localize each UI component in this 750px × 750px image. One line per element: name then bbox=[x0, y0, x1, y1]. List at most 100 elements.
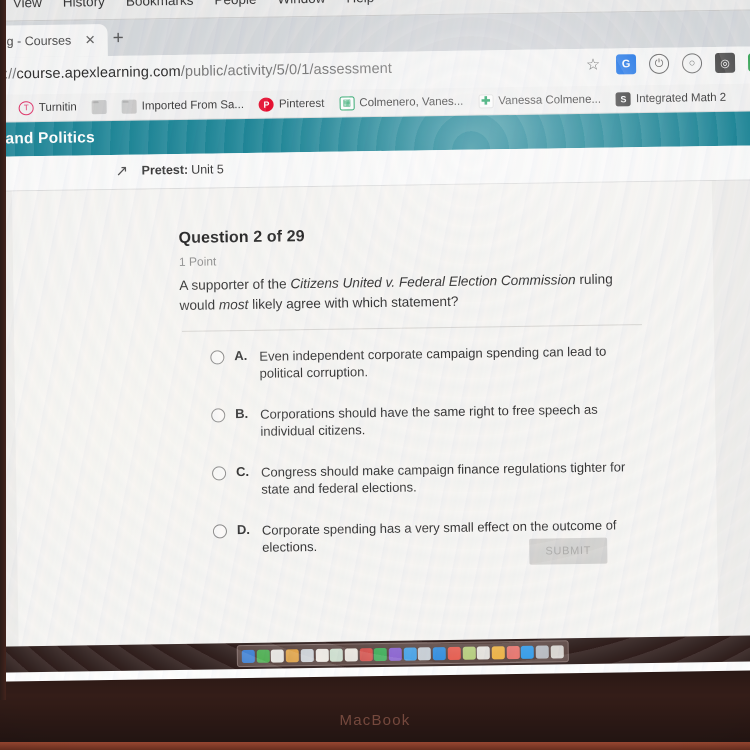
prompt-case-name: Citizens United v. Federal Election Comm… bbox=[290, 272, 576, 292]
bookmark-imported-from-safari[interactable]: Imported From Sa... bbox=[121, 97, 245, 114]
option-letter: D. bbox=[236, 521, 251, 538]
macbook-branding: MacBook bbox=[339, 712, 411, 729]
address-bar[interactable]: https://course.apexlearning.com/public/a… bbox=[0, 61, 392, 83]
option-text: Even independent corporate campaign spen… bbox=[259, 343, 607, 381]
dock-icon-siri[interactable] bbox=[388, 647, 402, 661]
prompt-emphasis: most bbox=[218, 296, 249, 313]
answer-option-b[interactable]: B. Corporations should have the same rig… bbox=[211, 400, 651, 441]
submit-button[interactable]: SUBMIT bbox=[529, 537, 608, 565]
prompt-text-1: A supporter of the bbox=[179, 276, 291, 293]
laptop-screen: it View History Bookmarks People Window … bbox=[0, 0, 750, 682]
folder-icon bbox=[121, 99, 137, 114]
bookmark-folder-1[interactable] bbox=[91, 99, 107, 114]
menubar-items: it View History Bookmarks People Window … bbox=[0, 0, 375, 11]
schoology-icon: S bbox=[615, 91, 632, 106]
menubar-status-icons: ☐ ☎ ◡ 100% Thu 9:4 bbox=[558, 0, 750, 2]
power-icon[interactable]: ⏻ bbox=[648, 53, 670, 74]
dock-icon-contacts[interactable] bbox=[418, 646, 432, 660]
bookmark-label: Colmenero, Vanes... bbox=[359, 95, 464, 109]
answer-option-a[interactable]: A. Even independent corporate campaign s… bbox=[210, 342, 650, 383]
dock-icon-finder[interactable] bbox=[241, 649, 255, 663]
bookmark-label: Integrated Math 2 bbox=[635, 91, 727, 105]
option-letter: C. bbox=[235, 463, 250, 480]
wifi-icon[interactable]: ◡ bbox=[612, 0, 624, 2]
question-heading: Question 2 of 29 bbox=[178, 228, 305, 247]
shield-icon[interactable]: ◎ bbox=[714, 52, 736, 73]
bookmark-vanessa-drive[interactable]: ✚ Vanessa Colmene... bbox=[478, 92, 602, 109]
dock-icon-trash[interactable] bbox=[550, 644, 564, 658]
prompt-text-3: likely agree with which statement? bbox=[248, 293, 459, 312]
question-points: 1 Point bbox=[178, 254, 217, 269]
url-path: /public/activity/5/0/1/assessment bbox=[180, 60, 393, 80]
dock-icon-notes[interactable] bbox=[271, 648, 285, 663]
dock-icon-appstore[interactable] bbox=[432, 646, 447, 660]
dock-icon-numbers[interactable] bbox=[329, 648, 344, 662]
option-letter: A. bbox=[234, 347, 248, 364]
menu-item-people[interactable]: People bbox=[214, 0, 256, 7]
plus-icon[interactable]: + bbox=[112, 28, 123, 49]
dock-icon-books[interactable] bbox=[285, 648, 300, 662]
menu-item-help[interactable]: Help bbox=[346, 0, 374, 5]
dock-icon-keynote[interactable] bbox=[344, 647, 358, 662]
dock-icon-pages[interactable] bbox=[315, 648, 329, 662]
folder-icon bbox=[91, 99, 107, 114]
bookmark-star-icon[interactable]: ☆ bbox=[583, 55, 603, 75]
bezel-highlight bbox=[0, 742, 750, 750]
bookmark-pinterest[interactable]: P Pinterest bbox=[258, 96, 325, 112]
question-prompt: A supporter of the Citizens United v. Fe… bbox=[179, 269, 642, 316]
radio-button-b[interactable] bbox=[211, 408, 226, 423]
menu-item-window[interactable]: Window bbox=[277, 0, 325, 6]
page-title: ment and Politics bbox=[0, 129, 95, 148]
dock-icon-settings[interactable] bbox=[535, 645, 549, 659]
option-text: Congress should make campaign finance re… bbox=[260, 459, 626, 497]
bookmark-colmenero-sheet[interactable]: ▦ Colmenero, Vanes... bbox=[339, 94, 464, 111]
menu-item-bookmarks[interactable]: Bookmarks bbox=[126, 0, 194, 9]
tab-title: ng - Courses bbox=[0, 33, 72, 49]
radio-button-d[interactable] bbox=[212, 524, 228, 539]
option-text: Corporations should have the same right … bbox=[260, 401, 598, 439]
dock-icon-photobooth[interactable] bbox=[359, 647, 373, 661]
bookmark-label: Pinterest bbox=[278, 97, 325, 110]
radio-button-a[interactable] bbox=[210, 350, 225, 365]
dock-icon-photos[interactable] bbox=[447, 646, 461, 660]
close-icon[interactable]: ✕ bbox=[83, 32, 98, 47]
option-letter: B. bbox=[235, 405, 249, 422]
dock-icon-reminders[interactable] bbox=[476, 645, 491, 660]
url-host: course.apexlearning.com bbox=[16, 63, 181, 83]
menu-item-view[interactable]: View bbox=[13, 0, 42, 10]
bookmark-label: Imported From Sa... bbox=[141, 98, 245, 112]
radio-button-c[interactable] bbox=[211, 466, 227, 481]
divider bbox=[181, 324, 642, 332]
browser-tab-active[interactable]: ng - Courses ✕ bbox=[0, 23, 108, 59]
page-body: Question 2 of 29 1 Point A supporter of … bbox=[0, 180, 750, 647]
screenshot-root: MacBook it View History Bookmarks People… bbox=[0, 0, 750, 750]
dock-icon-maps[interactable] bbox=[462, 646, 476, 660]
menu-item-history[interactable]: History bbox=[63, 0, 105, 10]
dock-icon-mail[interactable] bbox=[300, 648, 314, 662]
dock-icon-safari[interactable] bbox=[403, 646, 417, 661]
omnibox-actions: ☆ G ⏻ ○ ◎ bbox=[583, 52, 750, 75]
grammarly-icon[interactable]: G bbox=[615, 54, 637, 75]
dock-icon-itunes[interactable] bbox=[506, 645, 520, 659]
screen-mirroring-icon[interactable]: ☐ bbox=[558, 0, 570, 2]
bookmark-integrated-math-2[interactable]: S Integrated Math 2 bbox=[615, 90, 727, 106]
breadcrumb-label: Pretest: Unit 5 bbox=[141, 162, 223, 177]
google-drive-icon: ✚ bbox=[478, 93, 494, 109]
question-card: Question 2 of 29 1 Point A supporter of … bbox=[11, 181, 719, 647]
answer-option-c[interactable]: C. Congress should make campaign finance… bbox=[211, 458, 652, 499]
phone-icon[interactable]: ☎ bbox=[583, 0, 599, 2]
bookmark-label: Turnitin bbox=[38, 100, 77, 114]
bookmark-label: Vanessa Colmene... bbox=[498, 93, 602, 107]
dock-icon-messages[interactable] bbox=[491, 645, 505, 659]
google-sheets-icon: ▦ bbox=[339, 95, 355, 111]
dock-icon-appstore2[interactable] bbox=[521, 645, 535, 659]
turnitin-icon: T bbox=[18, 100, 34, 115]
dock-icon-facetime[interactable] bbox=[374, 647, 388, 661]
pinterest-icon: P bbox=[258, 97, 275, 112]
bookmark-turnitin[interactable]: T Turnitin bbox=[18, 100, 77, 115]
up-arrow-icon[interactable]: ↗ bbox=[115, 163, 131, 180]
shazam-icon[interactable]: ○ bbox=[681, 53, 703, 74]
laptop-bezel-left bbox=[0, 0, 6, 700]
breadcrumb-value: Unit 5 bbox=[191, 162, 224, 177]
dock-icon-chrome[interactable] bbox=[256, 649, 270, 663]
